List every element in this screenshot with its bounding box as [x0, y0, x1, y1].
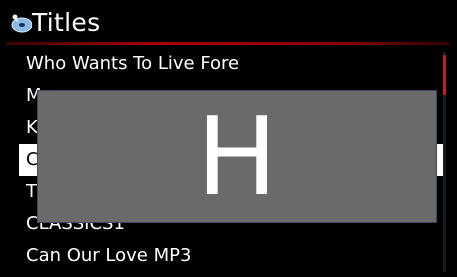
page-title: Titles — [32, 8, 101, 37]
header: Titles — [0, 6, 457, 46]
header-divider — [6, 42, 450, 45]
disc-music-icon — [11, 14, 32, 33]
music-browser-screen: Titles Who Wants To Live Fore M K C T CL… — [0, 0, 457, 277]
jump-letter: H — [196, 95, 278, 220]
list-item[interactable]: Who Wants To Live Fore — [0, 48, 440, 80]
scrollbar-thumb[interactable] — [443, 55, 446, 95]
list-item[interactable]: Can Our Love MP3 — [0, 240, 440, 272]
alphabet-jump-overlay: H — [37, 90, 437, 223]
